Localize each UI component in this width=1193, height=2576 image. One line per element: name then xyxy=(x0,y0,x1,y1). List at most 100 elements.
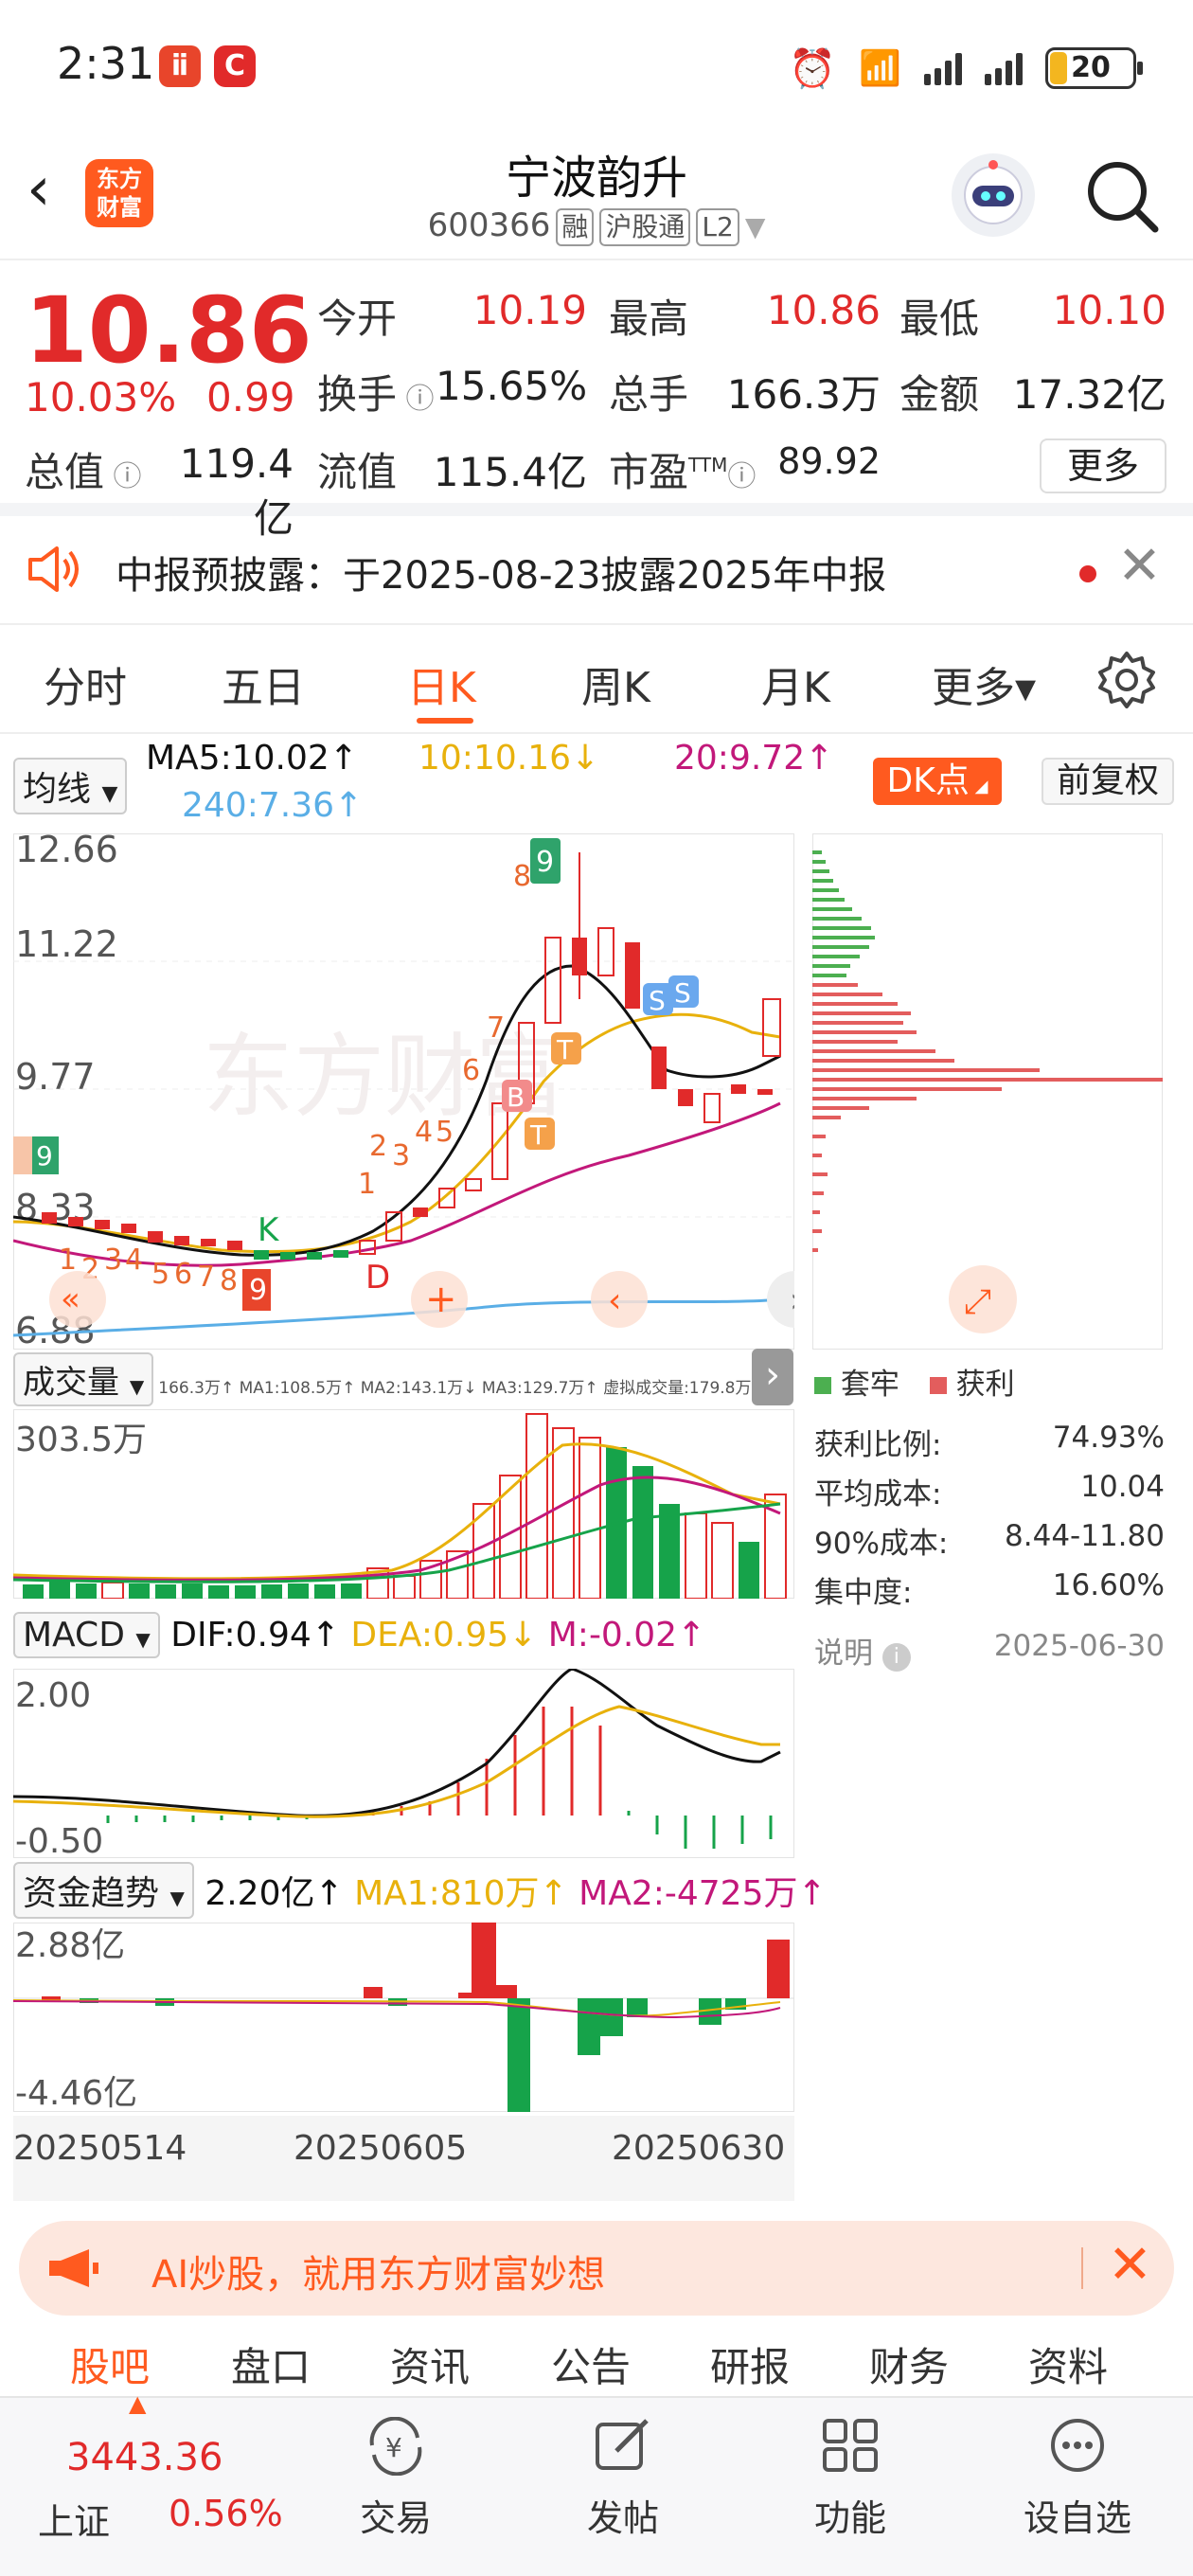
dk-point-button[interactable]: DK点 ◢ xyxy=(873,758,1002,805)
fund-trend-chart: 2.88亿 -4.46亿 xyxy=(13,1923,794,2112)
macd-chart: 2.00 -0.50 xyxy=(13,1669,794,1858)
status-time: 2:31 xyxy=(57,38,155,89)
legend-profit: 获利 xyxy=(955,1368,1015,1402)
notice-text: 中报预披露：于2025-08-23披露2025年中报 xyxy=(116,554,887,598)
svg-text:5: 5 xyxy=(151,1258,169,1291)
volume-y-max: 303.5万 xyxy=(15,1421,147,1459)
nav-add-watchlist[interactable]: 设自选 xyxy=(992,2417,1163,2541)
nav-functions[interactable]: 功能 xyxy=(765,2417,935,2541)
current-price: 10.86 xyxy=(25,277,312,384)
svg-text:6: 6 xyxy=(462,1054,480,1087)
fund-selector[interactable]: 资金趋势 ▼ xyxy=(13,1862,194,1919)
corner-arrow-icon: ◢ xyxy=(969,777,988,796)
chip-concentration: 集中度: 16.60% xyxy=(814,1568,1165,1610)
dropdown-arrow-icon[interactable]: ▼ xyxy=(745,211,766,242)
tab-monthly-k[interactable]: 月K xyxy=(761,653,830,714)
date-mid: 20250605 xyxy=(294,2129,468,2168)
nav-trade[interactable]: ¥ 交易 xyxy=(311,2417,481,2541)
tab-pankou[interactable]: 盘口 xyxy=(231,2335,311,2387)
period-tabs: 分时 五日 日K 周K 月K 更多▾ xyxy=(0,625,1193,734)
svg-text:7: 7 xyxy=(487,1011,505,1045)
kline-chart[interactable]: 东方财富 12.66 11.22 9.77 8.33 6.88 K D B T … xyxy=(13,833,794,1350)
index-value[interactable]: 3443.36 xyxy=(66,2436,223,2479)
turnover-label: 换手 ⓘ xyxy=(317,371,435,418)
ma-selector[interactable]: 均线 ▼ xyxy=(13,758,128,814)
tab-announcements[interactable]: 公告 xyxy=(551,2335,631,2387)
tab-finance[interactable]: 财务 xyxy=(869,2335,949,2387)
quote-panel: 10.86 10.03% 0.99 今开 10.19 最高 10.86 最低 1… xyxy=(0,260,1193,542)
svg-text:4: 4 xyxy=(125,1243,143,1277)
bottom-nav: ▲ 3443.36 上证 0.56% ¥ 交易 发帖 功能 设自选 xyxy=(0,2390,1193,2576)
tag-margin: 融 xyxy=(556,208,595,246)
tab-daily-k[interactable]: 日K xyxy=(407,653,476,714)
plus-icon: + xyxy=(425,1278,457,1321)
active-tab-underline xyxy=(417,718,473,724)
mktcap-label: 总值 ⓘ xyxy=(25,449,142,495)
more-dots-icon xyxy=(1051,2419,1104,2472)
fund-y-min: -4.46亿 xyxy=(15,2074,137,2112)
tab-profile[interactable]: 资料 xyxy=(1028,2335,1108,2387)
adjust-button[interactable]: 前复权 xyxy=(1042,758,1174,805)
notice-bar[interactable]: 中报预披露：于2025-08-23披露2025年中报 ✕ xyxy=(0,516,1193,625)
ai-robot-avatar[interactable] xyxy=(952,153,1035,237)
info-icon[interactable]: ⓘ xyxy=(104,460,142,493)
low-label: 最低 xyxy=(899,295,980,342)
info-icon[interactable]: ⓘ xyxy=(727,460,756,493)
date-start: 20250514 xyxy=(13,2129,187,2168)
fund-y-max: 2.88亿 xyxy=(15,1926,125,1965)
more-button[interactable]: 更多 xyxy=(1040,438,1166,493)
svg-text:1: 1 xyxy=(358,1168,376,1201)
robot-icon xyxy=(964,160,1023,224)
change-percent: 10.03% xyxy=(25,374,177,420)
expand-side-panel-button[interactable]: › xyxy=(752,1349,793,1405)
pe-label: 市盈TTMⓘ xyxy=(609,449,757,495)
y-label-2: 11.22 xyxy=(15,923,118,965)
tab-research[interactable]: 研报 xyxy=(710,2335,790,2387)
rewind-icon: « xyxy=(61,1280,80,1318)
macd-y-min: -0.50 xyxy=(15,1822,103,1858)
notification-app-icon-c: C xyxy=(214,45,256,87)
volume-label: 总手 xyxy=(609,371,689,418)
tab-intraday[interactable]: 分时 xyxy=(44,653,127,714)
dropdown-arrow-icon: ▼ xyxy=(101,782,118,806)
chip-90-cost: 90%成本: 8.44-11.80 xyxy=(814,1519,1165,1561)
y-label-3: 9.77 xyxy=(15,1056,96,1098)
macd-selector[interactable]: MACD ▼ xyxy=(13,1612,160,1658)
chip-distribution-chart[interactable]: ⤢ xyxy=(812,833,1163,1350)
close-icon[interactable]: ✕ xyxy=(1117,535,1162,597)
tag-l2: L2 xyxy=(696,208,739,246)
amount-label: 金额 xyxy=(899,371,980,418)
fund-value: 2.20亿↑ xyxy=(205,1874,344,1913)
info-icon[interactable]: ⓘ xyxy=(397,383,435,416)
svg-text:2: 2 xyxy=(369,1130,387,1163)
td-count-9c: 9 xyxy=(249,1274,267,1307)
notification-app-icon: ⅱ xyxy=(159,45,201,87)
tab-guba[interactable]: 股吧 xyxy=(70,2335,150,2387)
stock-header: ‹ 东方 财富 宁波韵升 600366 融沪股通 L2 ▼ xyxy=(0,133,1193,260)
info-icon: i xyxy=(881,1643,911,1672)
chevron-right-icon: › xyxy=(790,1281,794,1320)
settings-gear-icon[interactable] xyxy=(1096,650,1157,710)
td-count-9: 9 xyxy=(536,846,554,879)
search-icon xyxy=(1088,162,1159,233)
volume-selector[interactable]: 成交量 ▼ xyxy=(13,1352,154,1406)
volume-legend: 166.3万↑ MA1:108.5万↑ MA2:143.1万↓ MA3:129.… xyxy=(158,1379,752,1398)
amount-value: 17.32亿 xyxy=(1012,371,1166,418)
chip-note-row[interactable]: 说明 i 2025-06-30 xyxy=(814,1629,1165,1672)
tab-five-day[interactable]: 五日 xyxy=(222,653,305,714)
tab-more[interactable]: 更多▾ xyxy=(932,653,1036,714)
index-pct[interactable]: 0.56% xyxy=(169,2493,283,2534)
svg-text:5: 5 xyxy=(436,1116,454,1149)
ad-banner[interactable]: AI炒股，就用东方财富妙想 ✕ xyxy=(19,2221,1174,2316)
status-bar: 2:31 ⅱ C ⏰ 📶 20 xyxy=(0,0,1193,133)
td-count-9b: 9 xyxy=(36,1140,53,1172)
tab-news[interactable]: 资讯 xyxy=(390,2335,470,2387)
tab-weekly-k[interactable]: 周K xyxy=(581,653,650,714)
nav-post[interactable]: 发帖 xyxy=(538,2417,708,2541)
search-button[interactable] xyxy=(1079,153,1165,239)
close-icon[interactable]: ✕ xyxy=(1108,2234,1152,2296)
status-icons: ⏰ 📶 20 xyxy=(789,45,1143,91)
index-name[interactable]: 上证 xyxy=(38,2493,110,2545)
open-label: 今开 xyxy=(317,295,398,342)
volume-chart: 303.5万 xyxy=(13,1409,794,1599)
